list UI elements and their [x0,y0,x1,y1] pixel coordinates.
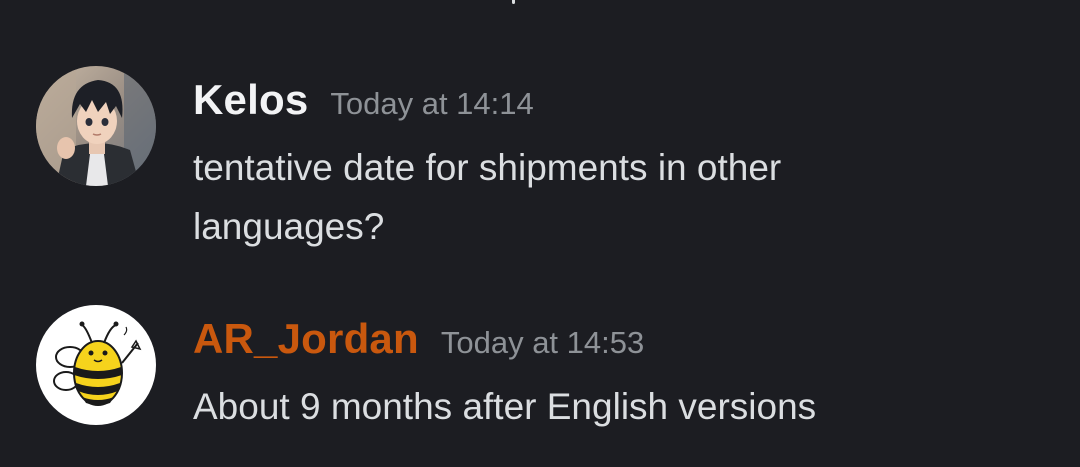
timestamp: Today at 14:53 [440,325,645,360]
avatar[interactable] [36,66,156,186]
username[interactable]: Kelos [193,76,308,123]
username[interactable]: AR_Jordan [193,315,419,362]
message-header: AR_Jordan Today at 14:53 [193,315,644,365]
message-content: tentative date for shipments in other la… [193,147,782,247]
bee-avatar-icon [36,305,156,425]
chat-message-list: Kelos Today at 14:14 tentative date for s… [0,0,1080,467]
message-header: Kelos Today at 14:14 [193,76,534,126]
previous-message-fragment [512,0,515,4]
timestamp: Today at 14:14 [330,86,534,121]
anime-character-avatar-icon [36,66,156,186]
message-content: About 9 months after English versions [193,386,817,427]
avatar[interactable] [36,305,156,425]
